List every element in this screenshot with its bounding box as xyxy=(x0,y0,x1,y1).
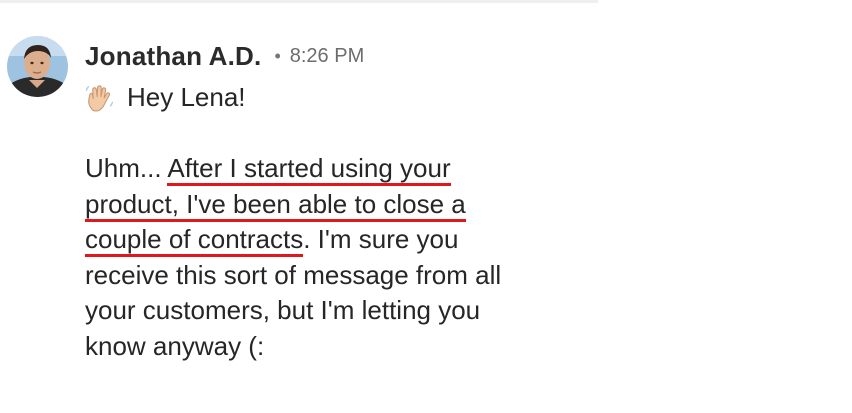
message-line-3: couple of contracts. I'm sure you xyxy=(85,222,605,258)
highlighted-text: product, I've been able to close a xyxy=(85,188,466,222)
message-line-6: know anyway (: xyxy=(85,330,265,361)
timestamp: 8:26 PM xyxy=(289,44,365,67)
message-paragraph: Uhm... After I started using your produc… xyxy=(85,151,605,365)
top-divider xyxy=(0,0,598,3)
waving-hand-icon xyxy=(84,83,115,114)
separator-dot: • xyxy=(274,45,281,66)
message-body: Hey Lena! Uhm... After I started using y… xyxy=(85,80,605,365)
sender-name[interactable]: Jonathan A.D. xyxy=(85,41,261,72)
message-text: Uhm... xyxy=(85,153,168,183)
highlighted-text: After I started using your xyxy=(167,153,451,186)
message-line-5: your customers, but I'm letting you xyxy=(85,295,481,326)
message-line-2: product, I've been able to close a xyxy=(85,187,605,223)
highlighted-text: couple of contracts xyxy=(85,224,304,258)
avatar[interactable] xyxy=(7,36,68,97)
message-header: Jonathan A.D. • 8:26 PM xyxy=(85,36,364,76)
greeting-text: Hey Lena! xyxy=(127,82,246,113)
greeting-line: Hey Lena! xyxy=(85,80,605,116)
message-line-4: receive this sort of message from all xyxy=(85,259,502,290)
message-line-1: Uhm... After I started using your xyxy=(85,151,605,187)
message-text: . I'm sure you xyxy=(303,224,459,255)
avatar-photo-icon xyxy=(7,36,68,97)
